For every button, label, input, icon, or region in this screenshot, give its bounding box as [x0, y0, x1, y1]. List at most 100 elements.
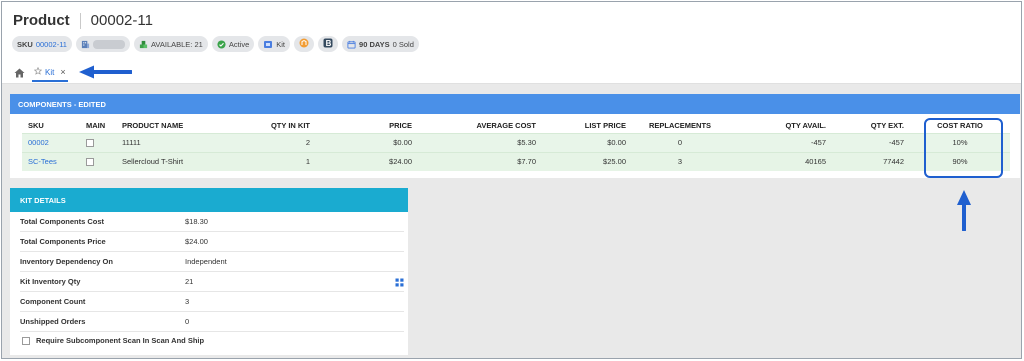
kit-icon	[263, 40, 273, 49]
kit-row-value: 3	[185, 297, 190, 306]
col-qty-avail[interactable]: QTY AVAIL.	[728, 119, 832, 133]
col-qty-in-kit[interactable]: QTY IN KIT	[236, 119, 316, 133]
kit-row-label: Total Components Cost	[20, 217, 105, 226]
sku-chip-value[interactable]: 00002-11	[36, 40, 67, 49]
components-table: SKU MAIN PRODUCT NAME QTY IN KIT PRICE A…	[22, 119, 1010, 171]
main-checkbox[interactable]	[86, 158, 94, 167]
kit-row-label: Inventory Dependency On	[20, 257, 113, 266]
row-replacements: 3	[632, 151, 728, 171]
require-scan-label: Require Subcomponent Scan In Scan And Sh…	[36, 336, 205, 345]
active-chip[interactable]: Active	[211, 36, 255, 52]
row-main-cell	[80, 151, 116, 171]
kit-chip-text: Kit	[276, 39, 286, 49]
row-qty-avail: -457	[728, 132, 832, 152]
row-qty-in-kit: 1	[236, 151, 316, 171]
active-chip-text: Active	[228, 39, 250, 49]
row-average-cost: $5.30	[418, 132, 542, 152]
kit-details-panel: KIT DETAILS Total Components Cost $18.30…	[10, 188, 408, 355]
app-frame: Product 00002-11 SKU 00002-11 AVAILABLE:…	[1, 1, 1022, 359]
col-qty-ext[interactable]: QTY EXT.	[832, 119, 910, 133]
available-chip-text: AVAILABLE: 21	[150, 39, 203, 49]
table-header-row: SKU MAIN PRODUCT NAME QTY IN KIT PRICE A…	[22, 119, 1010, 133]
kit-row-label: Component Count	[20, 297, 86, 306]
row-main-cell	[80, 132, 116, 152]
col-average-cost[interactable]: AVERAGE COST	[418, 119, 542, 133]
row-list-price: $25.00	[542, 151, 632, 171]
star-icon[interactable]	[33, 66, 43, 77]
cost-ratio-highlight-box	[924, 118, 1003, 178]
svg-text:B: B	[326, 39, 332, 48]
boxes-icon	[139, 40, 148, 49]
col-product-name[interactable]: PRODUCT NAME	[116, 119, 236, 133]
kit-row-unshipped-orders: Unshipped Orders 0	[20, 312, 404, 332]
col-main[interactable]: MAIN	[80, 119, 116, 133]
kit-row-total-cost: Total Components Cost $18.30	[20, 212, 404, 232]
components-header: COMPONENTS - EDITED	[10, 94, 1020, 114]
annotation-arrow-left	[79, 65, 132, 79]
kit-row-component-count: Component Count 3	[20, 292, 404, 312]
page-header: Product 00002-11 SKU 00002-11 AVAILABLE:…	[2, 2, 1021, 58]
kit-row-total-price: Total Components Price $24.00	[20, 232, 404, 252]
title-divider	[79, 12, 81, 29]
building-icon	[81, 40, 90, 49]
row-price: $24.00	[316, 151, 418, 171]
kit-row-inventory-qty: Kit Inventory Qty 21	[20, 272, 404, 292]
grid-view-icon[interactable]	[395, 278, 404, 289]
require-scan-checkbox[interactable]	[22, 336, 30, 345]
sku-chip-label: SKU	[17, 39, 33, 49]
company-chip[interactable]	[75, 36, 130, 52]
redacted-company-name	[92, 39, 125, 49]
components-panel: COMPONENTS - EDITED SKU MAIN PRODUCT NAM…	[10, 94, 1020, 178]
kit-row-value: Independent	[185, 257, 227, 266]
annotation-arrow-up	[957, 190, 971, 231]
main-checkbox[interactable]	[86, 139, 94, 147]
table-row: 00002 11111 2 $0.00 $5.30 $0.00 0 -457 -…	[22, 132, 1010, 152]
row-qty-avail: 40165	[728, 151, 832, 171]
row-product-name: Sellercloud T-Shirt	[116, 151, 236, 171]
close-icon[interactable]: ×	[60, 67, 65, 77]
magento-icon	[299, 38, 309, 50]
home-icon[interactable]	[14, 65, 25, 83]
calendar-icon	[347, 40, 356, 49]
row-qty-ext: -457	[832, 132, 910, 152]
row-qty-in-kit: 2	[236, 132, 316, 152]
available-chip[interactable]: AVAILABLE: 21	[133, 36, 208, 52]
product-code: 00002-11	[90, 12, 153, 29]
row-average-cost: $7.70	[418, 151, 542, 171]
sku-chip[interactable]: SKU 00002-11	[12, 36, 72, 52]
channel-chip-1[interactable]	[294, 36, 315, 52]
sales-days-rest: 0 Sold	[392, 39, 414, 49]
tab-bar: Kit ×	[2, 58, 1021, 84]
kit-row-value: $18.30	[185, 217, 208, 226]
tab-kit[interactable]: Kit ×	[32, 64, 68, 82]
check-circle-icon	[217, 39, 226, 49]
kit-chip[interactable]: Kit	[258, 36, 291, 52]
kit-row-value: 0	[185, 317, 190, 326]
status-chips: SKU 00002-11 AVAILABLE: 21 Active Kit B …	[12, 36, 419, 52]
sales-days-chip[interactable]: 90 DAYS 0 Sold	[342, 36, 419, 52]
kit-details-header: KIT DETAILS	[10, 188, 408, 212]
page-title: Product	[13, 12, 70, 29]
row-replacements: 0	[632, 132, 728, 152]
col-list-price[interactable]: LIST PRICE	[542, 119, 632, 133]
table-row: SC-Tees Sellercloud T-Shirt 1 $24.00 $7.…	[22, 151, 1010, 171]
channel-chip-2[interactable]: B	[318, 36, 339, 52]
kit-row-label: Total Components Price	[20, 237, 106, 246]
row-price: $0.00	[316, 132, 418, 152]
kit-row-label: Unshipped Orders	[20, 317, 86, 326]
kit-row-label: Kit Inventory Qty	[20, 277, 81, 286]
sales-days-bold: 90 DAYS	[359, 39, 390, 49]
tab-kit-label: Kit	[45, 67, 55, 77]
row-product-name: 11111	[116, 132, 236, 152]
title-row: Product 00002-11	[13, 12, 153, 29]
require-scan-option[interactable]: Require Subcomponent Scan In Scan And Sh…	[22, 336, 204, 345]
row-sku-link[interactable]: 00002	[22, 132, 80, 152]
row-qty-ext: 77442	[832, 151, 910, 171]
row-sku-link[interactable]: SC-Tees	[22, 151, 80, 171]
col-sku[interactable]: SKU	[22, 119, 80, 133]
bigcommerce-icon: B	[323, 38, 333, 50]
kit-row-inventory-dependency: Inventory Dependency On Independent	[20, 252, 404, 272]
col-price[interactable]: PRICE	[316, 119, 418, 133]
row-list-price: $0.00	[542, 132, 632, 152]
col-replacements[interactable]: REPLACEMENTS	[632, 119, 728, 133]
